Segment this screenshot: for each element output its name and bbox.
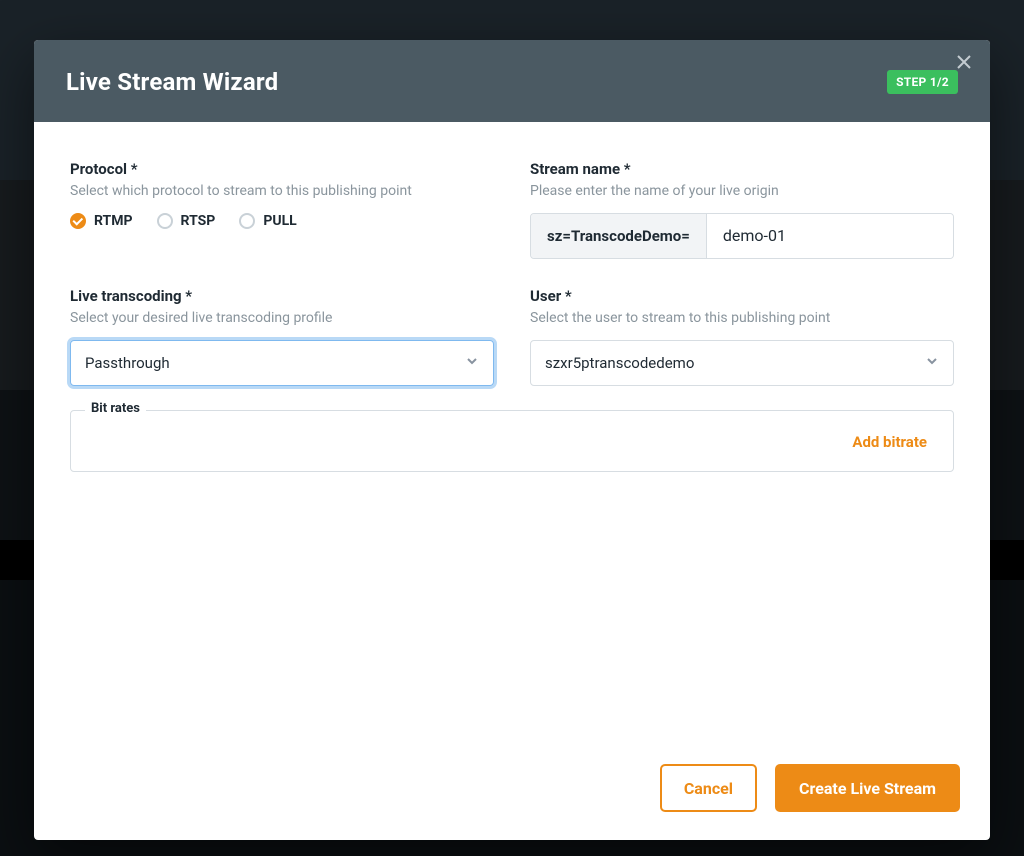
radio-label: RTMP <box>94 213 133 229</box>
field-protocol: Protocol * Select which protocol to stre… <box>70 160 494 259</box>
modal-header: Live Stream Wizard STEP 1/2 <box>34 40 990 122</box>
bitrates-legend: Bit rates <box>85 401 146 416</box>
protocol-radio-group: RTMP RTSP PULL <box>70 213 494 229</box>
live-transcoding-value: Passthrough <box>85 354 170 372</box>
stream-name-help: Please enter the name of your live origi… <box>530 182 954 201</box>
user-value: szxr5ptranscodedemo <box>545 354 694 372</box>
chevron-down-icon <box>925 354 939 372</box>
protocol-help: Select which protocol to stream to this … <box>70 182 494 201</box>
radio-label: RTSP <box>181 213 216 229</box>
live-transcoding-select[interactable]: Passthrough <box>70 340 494 386</box>
close-icon <box>957 55 971 73</box>
modal-title: Live Stream Wizard <box>66 68 278 96</box>
bitrates-fieldset: Bit rates Add bitrate <box>70 410 954 472</box>
stream-name-input[interactable] <box>707 214 953 258</box>
stream-name-prefix: sz=TranscodeDemo= <box>531 214 707 258</box>
field-stream-name: Stream name * Please enter the name of y… <box>530 160 954 259</box>
protocol-option-pull[interactable]: PULL <box>239 213 296 229</box>
user-label: User * <box>530 287 954 305</box>
radio-label: PULL <box>263 213 296 229</box>
modal-body: Protocol * Select which protocol to stre… <box>34 122 990 746</box>
user-select[interactable]: szxr5ptranscodedemo <box>530 340 954 386</box>
chevron-down-icon <box>465 354 479 372</box>
close-button[interactable] <box>954 54 974 74</box>
protocol-label: Protocol * <box>70 160 494 178</box>
stream-name-input-group: sz=TranscodeDemo= <box>530 213 954 259</box>
live-transcoding-label: Live transcoding * <box>70 287 494 305</box>
add-bitrate-button[interactable]: Add bitrate <box>846 429 933 455</box>
live-stream-wizard-modal: Live Stream Wizard STEP 1/2 Protocol * S… <box>34 40 990 840</box>
field-live-transcoding: Live transcoding * Select your desired l… <box>70 287 494 386</box>
cancel-button[interactable]: Cancel <box>660 764 757 812</box>
protocol-option-rtmp[interactable]: RTMP <box>70 213 133 229</box>
create-live-stream-button[interactable]: Create Live Stream <box>775 764 960 812</box>
radio-icon <box>70 213 86 229</box>
protocol-option-rtsp[interactable]: RTSP <box>157 213 216 229</box>
step-badge: STEP 1/2 <box>887 70 958 94</box>
modal-footer: Cancel Create Live Stream <box>34 746 990 840</box>
stream-name-label: Stream name * <box>530 160 954 178</box>
radio-icon <box>239 213 255 229</box>
radio-icon <box>157 213 173 229</box>
live-transcoding-help: Select your desired live transcoding pro… <box>70 309 494 328</box>
field-user: User * Select the user to stream to this… <box>530 287 954 386</box>
user-help: Select the user to stream to this publis… <box>530 309 954 328</box>
